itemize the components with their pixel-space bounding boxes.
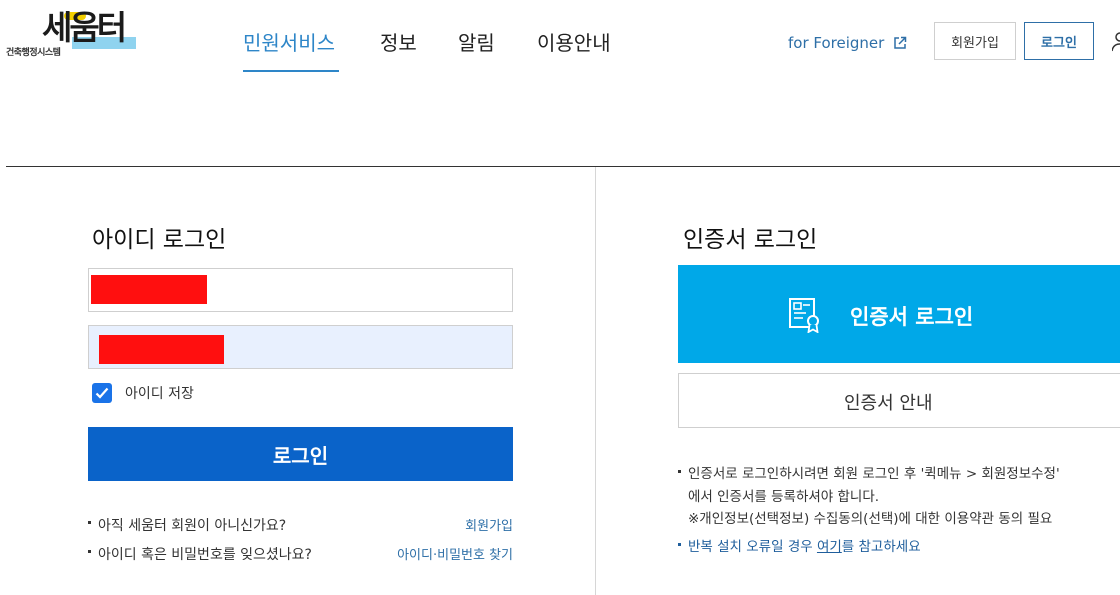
- cert-note-text4-before: 반복 설치 오류일 경우: [688, 539, 817, 555]
- bullet-icon: [678, 543, 681, 546]
- certificate-icon: [788, 297, 822, 338]
- id-field-box: [88, 268, 513, 312]
- bullet-icon: [88, 521, 91, 524]
- cert-login-label: 인증서 로그인: [850, 305, 974, 329]
- signup-link[interactable]: 회원가입: [465, 515, 513, 534]
- cert-login-title: 인증서 로그인: [683, 227, 818, 253]
- cert-guide-button[interactable]: 인증서 안내: [678, 373, 1120, 428]
- help-row-find: 아이디 혹은 비밀번호를 잊으셨나요? 아이디·비밀번호 찾기: [88, 544, 513, 564]
- nav-item-guide[interactable]: 이용안내: [537, 27, 611, 56]
- panel-divider: [595, 167, 596, 595]
- find-id-password-link[interactable]: 아이디·비밀번호 찾기: [397, 544, 513, 563]
- user-icon[interactable]: [1111, 32, 1120, 56]
- logo-subtitle: 건축행정시스템: [6, 48, 61, 58]
- logo-title: 세움터: [42, 8, 127, 47]
- remember-id-checkbox[interactable]: [92, 383, 112, 403]
- id-input[interactable]: [89, 269, 512, 311]
- nav-item-civil-service[interactable]: 민원서비스: [243, 27, 335, 56]
- site-logo[interactable]: 세움터 건축행정시스템: [6, 8, 146, 62]
- bullet-icon: [678, 470, 681, 473]
- for-foreigner-link[interactable]: for Foreigner: [788, 34, 907, 54]
- help-signup-text: 아직 세움터 회원이 아니신가요?: [98, 518, 287, 534]
- id-login-title: 아이디 로그인: [92, 227, 227, 253]
- external-link-icon: [893, 36, 907, 54]
- remember-id-option[interactable]: 아이디 저장: [92, 383, 194, 403]
- remember-id-label: 아이디 저장: [125, 386, 194, 402]
- header-login-button[interactable]: 로그인: [1024, 22, 1094, 60]
- password-input[interactable]: [89, 326, 512, 368]
- nav-item-notice[interactable]: 알림: [458, 27, 495, 56]
- cert-note-text4-after: 를 참고하세요: [841, 539, 921, 555]
- login-submit-button[interactable]: 로그인: [88, 427, 513, 481]
- cert-note-line4: 반복 설치 오류일 경우 여기를 참고하세요: [678, 535, 921, 555]
- help-row-signup: 아직 세움터 회원이 아니신가요? 회원가입: [88, 515, 513, 535]
- cert-login-button[interactable]: 인증서 로그인: [678, 265, 1120, 363]
- for-foreigner-label: for Foreigner: [788, 34, 885, 52]
- cert-guide-label: 인증서 안내: [844, 393, 933, 414]
- reinstall-help-link[interactable]: 여기: [817, 539, 842, 555]
- nav-active-underline: [243, 70, 339, 72]
- site-header: 세움터 건축행정시스템 민원서비스 정보 알림 이용안내 for Foreign…: [0, 0, 1120, 80]
- bullet-icon: [88, 550, 91, 553]
- cert-note-line1: 인증서로 로그인하시려면 회원 로그인 후 '퀵메뉴 > 회원정보수정': [678, 462, 1060, 482]
- header-divider: [6, 166, 1120, 167]
- join-button[interactable]: 회원가입: [934, 22, 1016, 60]
- password-field-box: [88, 325, 513, 369]
- help-find-text: 아이디 혹은 비밀번호를 잊으셨나요?: [98, 547, 312, 563]
- cert-note-text1: 인증서로 로그인하시려면 회원 로그인 후 '퀵메뉴 > 회원정보수정': [688, 466, 1060, 482]
- nav-item-info[interactable]: 정보: [380, 27, 417, 56]
- cert-note-line3: ※개인정보(선택정보) 수집동의(선택)에 대한 이용약관 동의 필요: [688, 511, 1053, 527]
- cert-note-line2: 에서 인증서를 등록하셔야 합니다.: [688, 489, 880, 505]
